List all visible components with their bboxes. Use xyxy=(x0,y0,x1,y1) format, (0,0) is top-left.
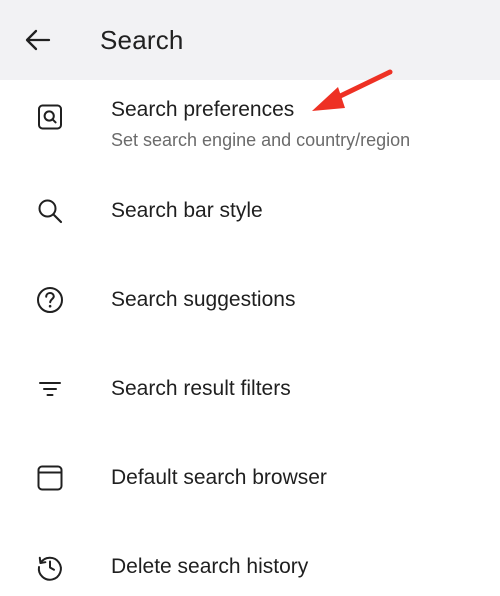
search-box-icon xyxy=(35,102,65,132)
settings-item-label: Search result filters xyxy=(111,377,291,400)
settings-item-label: Delete search history xyxy=(111,555,309,578)
settings-item-label: Default search browser xyxy=(111,466,327,489)
settings-item-search-result-filters[interactable]: Search result filters xyxy=(0,362,500,416)
settings-item-label: Search suggestions xyxy=(111,288,296,311)
settings-item-search-bar-style[interactable]: Search bar style xyxy=(0,184,500,238)
settings-item-label: Search preferences xyxy=(111,98,295,121)
history-icon xyxy=(35,552,65,582)
arrow-left-icon xyxy=(25,29,51,51)
filter-lines-icon xyxy=(35,374,65,404)
settings-item-search-suggestions[interactable]: Search suggestions xyxy=(0,273,500,327)
magnifier-icon xyxy=(35,196,65,226)
settings-item-label: Search bar style xyxy=(111,199,263,222)
question-circle-icon xyxy=(35,285,65,315)
app-bar: Search xyxy=(0,0,500,80)
page-title: Search xyxy=(100,25,184,55)
settings-item-description: Set search engine and country/region xyxy=(111,130,411,150)
settings-item-default-search-browser[interactable]: Default search browser xyxy=(0,451,500,505)
browser-window-icon xyxy=(35,463,65,493)
settings-item-search-preferences[interactable]: Search preferences Set search engine and… xyxy=(0,88,500,162)
back-button[interactable] xyxy=(20,22,56,58)
settings-item-delete-search-history[interactable]: Delete search history xyxy=(0,540,500,594)
